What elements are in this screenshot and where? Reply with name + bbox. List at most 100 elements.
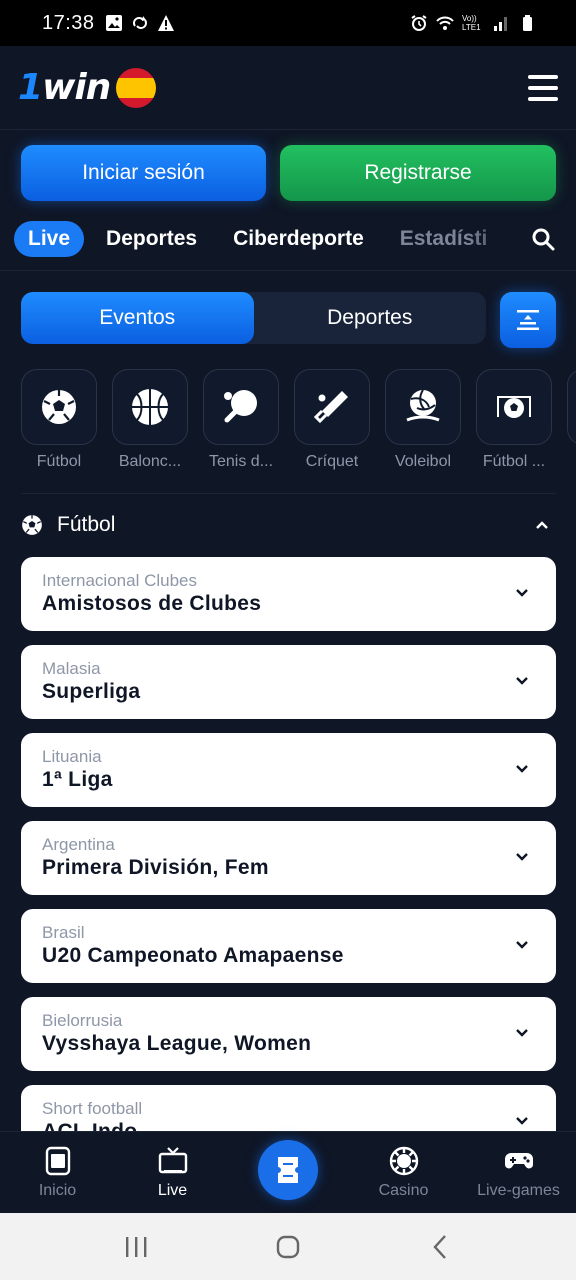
nav-divider bbox=[0, 270, 576, 271]
chevron-down-icon[interactable] bbox=[514, 1113, 530, 1129]
sync-icon bbox=[132, 16, 147, 29]
search-icon[interactable] bbox=[530, 226, 556, 252]
league-country: Short football bbox=[42, 1099, 143, 1118]
back-icon bbox=[433, 1234, 446, 1259]
tab-live[interactable]: Live bbox=[14, 221, 85, 257]
bottom-nav-label: Live bbox=[157, 1181, 188, 1199]
sport-tile bbox=[294, 369, 370, 445]
battery-icon bbox=[523, 15, 532, 31]
image-icon bbox=[105, 15, 122, 31]
tab-deportes[interactable]: Deportes bbox=[106, 227, 197, 251]
volleyball-icon bbox=[406, 389, 440, 422]
league-name: Primera División, Fem bbox=[42, 856, 269, 879]
sport-label: Voleibol bbox=[394, 453, 452, 470]
chevron-down-icon[interactable] bbox=[514, 585, 530, 601]
league-country: Brasil bbox=[42, 923, 85, 942]
nav-fade-overlay bbox=[468, 218, 528, 260]
table-tennis-icon bbox=[224, 390, 257, 423]
spain-flag-icon[interactable] bbox=[116, 67, 157, 108]
collapse-icon bbox=[517, 310, 539, 330]
cricket-icon bbox=[313, 391, 348, 424]
sport-item-partial[interactable] bbox=[567, 369, 576, 479]
soccer-ball-icon bbox=[42, 390, 76, 424]
sport-tile bbox=[203, 369, 279, 445]
chevron-down-icon[interactable] bbox=[514, 937, 530, 953]
league-card[interactable]: Malasia Superliga bbox=[21, 645, 556, 719]
bottom-nav-home[interactable]: Inicio bbox=[0, 1132, 115, 1213]
bottom-nav-live[interactable]: Live bbox=[115, 1132, 230, 1213]
android-nav-bar bbox=[0, 1213, 576, 1280]
chevron-down-icon[interactable] bbox=[514, 673, 530, 689]
league-list: Internacional Clubes Amistosos de Clubes… bbox=[21, 557, 556, 1131]
register-button[interactable]: Registrarse bbox=[280, 145, 556, 201]
league-card[interactable]: Brasil U20 Campeonato Amapaense bbox=[21, 909, 556, 983]
sport-tile bbox=[21, 369, 97, 445]
view-segment-control: Eventos Deportes bbox=[21, 292, 486, 344]
status-left-icons bbox=[105, 14, 175, 32]
sport-label: Críquet bbox=[305, 453, 359, 470]
bottom-nav-label: Inicio bbox=[38, 1181, 77, 1199]
sports-divider bbox=[21, 493, 556, 494]
chevron-down-icon[interactable] bbox=[514, 761, 530, 777]
tab-ciberdeporte[interactable]: Ciberdeporte bbox=[233, 227, 364, 251]
league-card[interactable]: Short football ACL Indo bbox=[21, 1085, 556, 1131]
recent-apps-icon bbox=[126, 1236, 147, 1257]
bottom-nav-label: Casino bbox=[378, 1181, 429, 1199]
status-time: 17:38 bbox=[42, 11, 95, 34]
auth-buttons: Iniciar sesión Registrarse bbox=[21, 145, 556, 201]
home-button[interactable] bbox=[268, 1227, 308, 1267]
tv-icon bbox=[158, 1146, 187, 1173]
sport-label: Tenis d... bbox=[208, 453, 274, 470]
bottom-nav-live-games[interactable]: Live-games bbox=[461, 1132, 576, 1213]
bottom-nav-coupon-slot bbox=[230, 1132, 346, 1213]
soccer-ball-icon bbox=[22, 515, 42, 535]
league-name: Amistosos de Clubes bbox=[42, 592, 262, 615]
sport-item-baloncesto[interactable]: Balonc... bbox=[112, 369, 188, 479]
sport-tile bbox=[476, 369, 552, 445]
sport-item-futbol[interactable]: Fútbol bbox=[21, 369, 97, 479]
bet-slip-button[interactable] bbox=[258, 1139, 318, 1200]
sport-tile bbox=[385, 369, 461, 445]
bottom-nav: Inicio Live Casino Live-games bbox=[0, 1131, 576, 1213]
league-country: Lituania bbox=[42, 747, 102, 766]
alarm-icon bbox=[411, 15, 427, 31]
segment-sports[interactable]: Deportes bbox=[254, 292, 487, 344]
chevron-down-icon[interactable] bbox=[514, 849, 530, 865]
segment-events[interactable]: Eventos bbox=[21, 292, 254, 344]
hamburger-menu-icon[interactable] bbox=[528, 74, 558, 101]
login-button[interactable]: Iniciar sesión bbox=[21, 145, 266, 201]
status-bar: 17:38 Vo)) LTE1 bbox=[0, 0, 576, 46]
league-name: Vysshaya League, Women bbox=[42, 1032, 312, 1055]
league-card[interactable]: Argentina Primera División, Fem bbox=[21, 821, 556, 895]
sport-item-voleibol[interactable]: Voleibol bbox=[385, 369, 461, 479]
league-card[interactable]: Internacional Clubes Amistosos de Clubes bbox=[21, 557, 556, 631]
app-header: 1win bbox=[0, 46, 576, 130]
sport-tile bbox=[567, 369, 576, 445]
sport-label: Balonc... bbox=[118, 453, 182, 470]
recent-apps-button[interactable] bbox=[116, 1227, 156, 1267]
section-title: Fútbol bbox=[57, 513, 116, 536]
sport-label: Fútbol bbox=[36, 453, 82, 470]
league-name: ACL Indo bbox=[42, 1119, 556, 1131]
section-header-futbol[interactable]: Fútbol bbox=[21, 508, 556, 542]
wifi-icon bbox=[436, 16, 454, 30]
sport-item-criquet[interactable]: Críquet bbox=[294, 369, 370, 479]
sport-item-tenis-de-mesa[interactable]: Tenis d... bbox=[203, 369, 279, 479]
sport-label: Fútbol ... bbox=[482, 453, 546, 470]
home-circle-icon bbox=[276, 1235, 300, 1258]
league-card[interactable]: Lituania 1ª Liga bbox=[21, 733, 556, 807]
league-card[interactable]: Bielorrusia Vysshaya League, Women bbox=[21, 997, 556, 1071]
futsal-icon bbox=[497, 396, 531, 418]
logo-text: 1win bbox=[18, 67, 111, 108]
bottom-nav-casino[interactable]: Casino bbox=[346, 1132, 461, 1213]
collapse-filter-button[interactable] bbox=[500, 292, 556, 348]
league-name: Superliga bbox=[42, 680, 141, 703]
ticket-icon bbox=[278, 1156, 298, 1183]
chevron-down-icon[interactable] bbox=[514, 1025, 530, 1041]
back-button[interactable] bbox=[420, 1227, 460, 1267]
brand-logo[interactable]: 1win bbox=[18, 67, 157, 108]
signal-icon bbox=[494, 17, 507, 31]
league-name: 1ª Liga bbox=[42, 768, 113, 791]
sport-item-futbol-sala[interactable]: Fútbol ... bbox=[476, 369, 552, 479]
chevron-up-icon[interactable] bbox=[534, 517, 550, 533]
